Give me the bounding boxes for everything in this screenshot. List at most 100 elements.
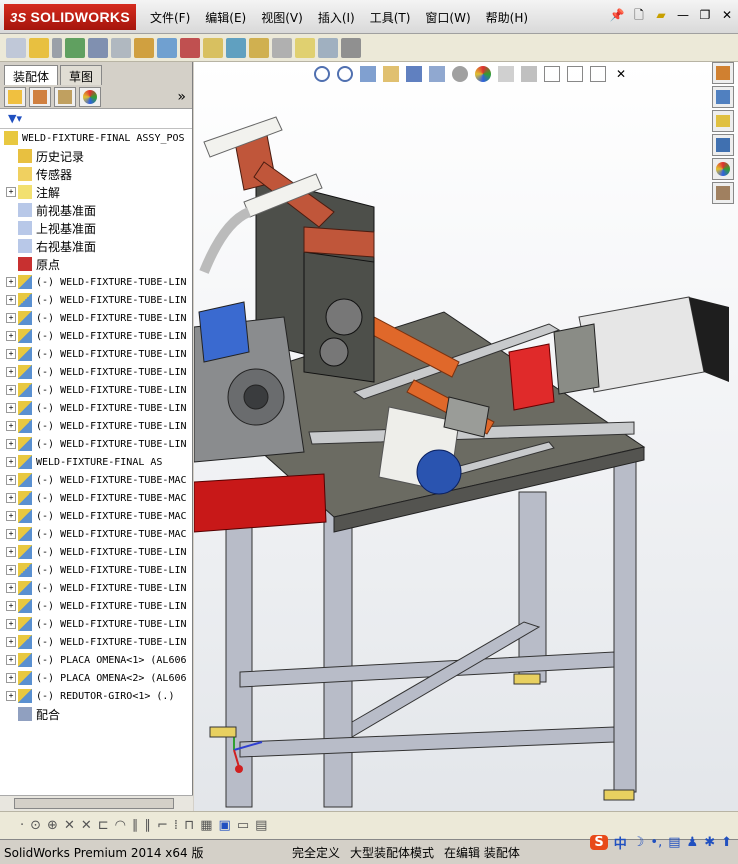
skin-icon[interactable]: ♟ — [687, 835, 699, 850]
rotate-component-icon[interactable] — [111, 37, 131, 58]
split-vertical-icon[interactable]: ▤ — [255, 818, 267, 833]
pin-icon[interactable]: 📌 — [608, 6, 626, 24]
center-icon[interactable]: ⊕ — [47, 818, 58, 833]
tree-item-fixed[interactable]: 原点 — [0, 255, 192, 273]
expand-toggle-icon[interactable]: + — [6, 277, 16, 287]
expand-toggle-icon[interactable]: + — [6, 547, 16, 557]
tree-item-component[interactable]: + (-) WELD-FIXTURE-TUBE-LIN — [0, 291, 192, 309]
menu-edit[interactable]: 编辑(E) — [205, 9, 246, 26]
expand-toggle-icon[interactable]: + — [6, 637, 16, 647]
expand-toggle-icon[interactable]: + — [6, 655, 16, 665]
tree-item-fixed[interactable]: 前视基准面 — [0, 201, 192, 219]
menu-tools[interactable]: 工具(T) — [370, 9, 411, 26]
tree-item-component[interactable]: + (-) WELD-FIXTURE-TUBE-LIN — [0, 543, 192, 561]
tree-item-component[interactable]: + (-) WELD-FIXTURE-TUBE-MAC — [0, 471, 192, 489]
assembly-model[interactable] — [194, 62, 738, 811]
tree-item-component[interactable]: + (-) WELD-FIXTURE-TUBE-LIN — [0, 417, 192, 435]
tree-item-component[interactable]: + (-) WELD-FIXTURE-TUBE-LIN — [0, 327, 192, 345]
dimension-icon[interactable]: ⊓ — [184, 818, 194, 833]
tree-item-component[interactable]: + (-) PLACA OMENA<1> (AL606 — [0, 651, 192, 669]
instant3d-icon[interactable] — [295, 37, 315, 58]
tree-item-component[interactable]: + (-) WELD-FIXTURE-TUBE-LIN — [0, 309, 192, 327]
expand-toggle-icon[interactable]: + — [6, 529, 16, 539]
horizontal-icon[interactable]: ∥ — [145, 818, 152, 833]
open-folder-icon[interactable]: ▰ — [652, 6, 670, 24]
expand-toggle-icon[interactable]: + — [6, 673, 16, 683]
tree-item-fixed[interactable]: + 注解 — [0, 183, 192, 201]
menu-help[interactable]: 帮助(H) — [486, 9, 528, 26]
tree-item-component[interactable]: + (-) PLACA OMENA<2> (AL606 — [0, 669, 192, 687]
expand-toggle-icon[interactable]: + — [6, 349, 16, 359]
graphics-area[interactable]: ✕ — [194, 62, 738, 811]
tree-item-component[interactable]: + (-) WELD-FIXTURE-TUBE-LIN — [0, 273, 192, 291]
tree-item-component[interactable]: + (-) REDUTOR-GIRO<1> (.) — [0, 687, 192, 705]
tree-item-component[interactable]: + (-) WELD-FIXTURE-TUBE-LIN — [0, 399, 192, 417]
tree-item-component[interactable]: + (-) WELD-FIXTURE-TUBE-LIN — [0, 561, 192, 579]
tree-item-component[interactable]: + (-) WELD-FIXTURE-TUBE-LIN — [0, 345, 192, 363]
ime-language[interactable]: 中 — [614, 833, 627, 852]
solidworks-logo[interactable]: 3S SOLIDWORKS — [4, 4, 136, 30]
update-speedpak-icon[interactable] — [318, 37, 338, 58]
tree-item-component[interactable]: + WELD-FIXTURE-FINAL AS — [0, 453, 192, 471]
propertymanager-tab-icon[interactable] — [29, 86, 51, 107]
bill-of-materials-icon[interactable] — [272, 37, 292, 58]
tree-item-fixed[interactable]: 右视基准面 — [0, 237, 192, 255]
circle-icon[interactable]: ⊙ — [30, 818, 41, 833]
expand-toggle-icon[interactable]: + — [6, 295, 16, 305]
expand-toggle-icon[interactable]: + — [6, 457, 16, 467]
expand-toggle-icon[interactable]: + — [6, 493, 16, 503]
insert-component-icon[interactable] — [6, 37, 26, 58]
tab-assembly[interactable]: 装配体 — [4, 65, 59, 85]
upload-icon[interactable]: ⬆ — [721, 835, 732, 850]
expand-toggle-icon[interactable]: + — [6, 439, 16, 449]
display-manager-tab-icon[interactable] — [79, 86, 101, 107]
configurationmanager-tab-icon[interactable] — [54, 86, 76, 107]
magnet-icon[interactable] — [180, 37, 200, 58]
custom-properties-icon[interactable] — [712, 182, 734, 204]
expand-toggle-icon[interactable]: + — [6, 331, 16, 341]
minimize-icon[interactable]: — — [674, 6, 692, 24]
expand-toggle-icon[interactable]: + — [6, 691, 16, 701]
solidworks-resources-icon[interactable] — [712, 62, 734, 84]
tree-item-component[interactable]: + (-) WELD-FIXTURE-TUBE-LIN — [0, 615, 192, 633]
tools-icon[interactable]: ✱ — [704, 835, 715, 850]
grid-snap-icon[interactable]: ⁞ — [174, 818, 178, 833]
tree-root[interactable]: WELD-FIXTURE-FINAL ASSY_POS — [0, 129, 192, 147]
move-component-icon[interactable] — [88, 37, 108, 58]
expand-toggle-icon[interactable]: + — [6, 403, 16, 413]
expand-toggle-icon[interactable]: + — [6, 619, 16, 629]
expand-toggle-icon[interactable]: + — [6, 385, 16, 395]
menu-window[interactable]: 窗口(W) — [425, 9, 470, 26]
appearances-icon[interactable] — [712, 158, 734, 180]
menu-file[interactable]: 文件(F) — [150, 9, 190, 26]
expand-toggle-icon[interactable]: + — [6, 313, 16, 323]
tab-sketch[interactable]: 草图 — [60, 65, 103, 85]
grid-icon[interactable]: ▦ — [200, 818, 212, 833]
filter-icon[interactable]: ▼▾ — [8, 112, 22, 125]
tree-item-component[interactable]: + (-) WELD-FIXTURE-TUBE-MAC — [0, 507, 192, 525]
tree-item-component[interactable]: + (-) WELD-FIXTURE-TUBE-LIN — [0, 363, 192, 381]
half-width-icon[interactable]: ☽ — [633, 835, 645, 850]
quadrant-icon[interactable]: ✕ — [81, 818, 92, 833]
explode-icon[interactable] — [157, 37, 177, 58]
point-icon[interactable]: · — [20, 818, 24, 833]
vertical-icon[interactable]: ⌐ — [157, 818, 168, 833]
new-motion-study-icon[interactable] — [249, 37, 269, 58]
tree-item-component[interactable]: + (-) WELD-FIXTURE-TUBE-LIN — [0, 579, 192, 597]
scrollbar-thumb[interactable] — [14, 798, 174, 809]
tree-item-component[interactable]: + (-) WELD-FIXTURE-TUBE-LIN — [0, 597, 192, 615]
tree-item-mates[interactable]: 配合 — [0, 705, 192, 723]
tree-item-component[interactable]: + (-) WELD-FIXTURE-TUBE-LIN — [0, 435, 192, 453]
restore-icon[interactable]: ❐ — [696, 6, 714, 24]
tree-item-component[interactable]: + (-) WELD-FIXTURE-TUBE-MAC — [0, 489, 192, 507]
expand-toggle-icon[interactable]: + — [6, 583, 16, 593]
tree-item-component[interactable]: + (-) WELD-FIXTURE-TUBE-LIN — [0, 633, 192, 651]
shaded-view-icon[interactable]: ▣ — [219, 818, 231, 833]
split-horizontal-icon[interactable]: ▭ — [237, 818, 249, 833]
tree-item-fixed[interactable]: 传感器 — [0, 165, 192, 183]
menu-view[interactable]: 视图(V) — [261, 9, 303, 26]
paperclip-icon[interactable] — [52, 37, 62, 58]
design-library-icon[interactable] — [712, 86, 734, 108]
tree-item-component[interactable]: + (-) WELD-FIXTURE-TUBE-MAC — [0, 525, 192, 543]
expand-panel-icon[interactable]: » — [177, 89, 186, 105]
